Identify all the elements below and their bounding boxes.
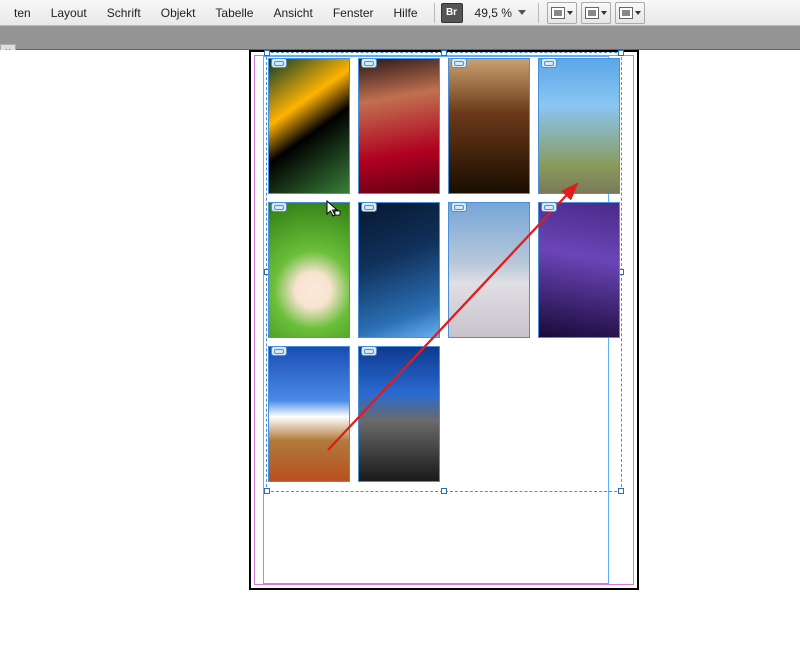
image-toucan-frame[interactable] xyxy=(268,58,350,194)
view-options-button[interactable] xyxy=(615,2,645,24)
screen-mode-icon xyxy=(551,7,565,19)
menu-item-0[interactable]: ten xyxy=(4,2,41,24)
link-badge-icon xyxy=(271,58,287,68)
image-motorcycle-frame[interactable] xyxy=(358,346,440,482)
image-woman-card-frame[interactable] xyxy=(358,58,440,194)
menu-item-schrift[interactable]: Schrift xyxy=(97,2,151,24)
link-badge-icon xyxy=(271,202,287,212)
arrange-icon xyxy=(585,7,599,19)
menu-divider xyxy=(434,3,435,23)
menu-divider-2 xyxy=(538,3,539,23)
menu-item-ansicht[interactable]: Ansicht xyxy=(263,2,322,24)
chevron-down-icon xyxy=(635,11,641,15)
image-drums-frame[interactable] xyxy=(538,202,620,338)
image-winter-frame[interactable] xyxy=(358,202,440,338)
bridge-button[interactable]: Br xyxy=(441,3,463,23)
menu-item-objekt[interactable]: Objekt xyxy=(151,2,206,24)
view-options-icon xyxy=(619,7,633,19)
link-badge-icon xyxy=(541,202,557,212)
zoom-level-dropdown[interactable]: 49,5 % xyxy=(469,4,532,22)
link-badge-icon xyxy=(541,58,557,68)
link-badge-icon xyxy=(451,58,467,68)
document-tab-bar: × xyxy=(0,26,800,50)
image-animal-fur-frame[interactable] xyxy=(448,202,530,338)
link-badge-icon xyxy=(361,202,377,212)
link-badge-icon xyxy=(271,346,287,356)
menubar: ten Layout Schrift Objekt Tabelle Ansich… xyxy=(0,0,800,26)
screen-mode-button[interactable] xyxy=(547,2,577,24)
image-baby-frame[interactable] xyxy=(268,202,350,338)
menu-item-fenster[interactable]: Fenster xyxy=(323,2,384,24)
chevron-down-icon xyxy=(601,11,607,15)
link-badge-icon xyxy=(451,202,467,212)
image-tractor-frame[interactable] xyxy=(268,346,350,482)
menu-item-layout[interactable]: Layout xyxy=(41,2,97,24)
image-elephant-frame[interactable] xyxy=(538,58,620,194)
chevron-down-icon xyxy=(567,11,573,15)
workspace[interactable] xyxy=(0,50,800,600)
menu-item-tabelle[interactable]: Tabelle xyxy=(205,2,263,24)
chevron-down-icon xyxy=(518,10,526,15)
zoom-value: 49,5 % xyxy=(475,6,512,20)
link-badge-icon xyxy=(361,58,377,68)
menu-item-hilfe[interactable]: Hilfe xyxy=(384,2,428,24)
placed-images-grid xyxy=(268,58,620,482)
arrange-documents-button[interactable] xyxy=(581,2,611,24)
link-badge-icon xyxy=(361,346,377,356)
image-portrait-frame[interactable] xyxy=(448,58,530,194)
